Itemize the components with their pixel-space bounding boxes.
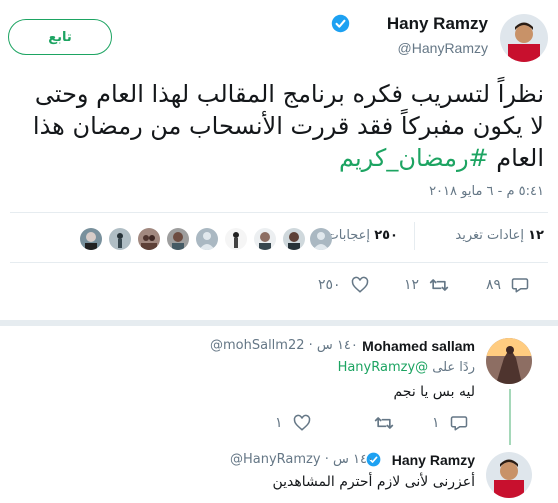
author-avatar[interactable] <box>500 14 548 62</box>
section-divider <box>0 320 558 326</box>
stats-separator <box>414 222 415 250</box>
hashtag-link[interactable]: #رمضان_كريم <box>339 144 489 172</box>
likes-stat[interactable]: ٢٥٠ إعجابات <box>327 228 399 243</box>
replying-to: ردًا على @HanyRamzy <box>338 360 475 375</box>
reply-author-name[interactable]: Mohamed sallam <box>362 338 475 354</box>
divider <box>10 212 548 213</box>
author-handle[interactable]: @HanyRamzy <box>398 40 488 56</box>
verified-badge-icon <box>331 14 350 33</box>
retweets-stat[interactable]: ١٢ إعادات تغريد <box>455 228 544 243</box>
reply-time[interactable]: ١٤٠ س <box>317 338 358 353</box>
retweet-icon <box>429 279 449 291</box>
retweets-stat-count: ١٢ <box>528 228 544 243</box>
reply-reply-count: ١ <box>432 415 440 431</box>
retweet-icon <box>374 417 394 429</box>
reply-text: أعزرنى لأنى لازم أحترم المشاهدين <box>272 474 475 490</box>
retweet-count: ١٢ <box>404 277 420 293</box>
tweet-timestamp[interactable]: ٥:٤١ م - ٦ مايو ٢٠١٨ <box>429 184 544 199</box>
like-button[interactable]: ٢٥٠ <box>318 276 369 294</box>
likes-stat-count: ٢٥٠ <box>374 228 398 243</box>
reply-meta: @HanyRamzy · ١٤٠ س <box>230 452 374 467</box>
liker-avatar[interactable] <box>167 228 189 250</box>
reply-author-handle[interactable]: @mohSallm22 <box>210 338 305 353</box>
liker-avatar[interactable] <box>225 228 247 250</box>
follow-button[interactable]: تابع <box>8 19 112 55</box>
reply-author-handle[interactable]: @HanyRamzy <box>230 452 321 467</box>
reply-count: ٨٩ <box>486 277 502 293</box>
like-count: ٢٥٠ <box>318 277 341 293</box>
retweets-stat-label: إعادات تغريد <box>455 228 524 243</box>
reply-avatar[interactable] <box>486 338 532 384</box>
reply-meta: @mohSallm22 · ١٤٠ س <box>210 338 358 353</box>
liker-avatar[interactable] <box>283 228 305 250</box>
divider <box>10 262 548 263</box>
replying-to-link[interactable]: @HanyRamzy <box>338 360 429 375</box>
retweet-button[interactable]: ١٢ <box>404 276 449 294</box>
author-name[interactable]: Hany Ramzy <box>387 14 488 34</box>
heart-icon <box>293 414 310 431</box>
tweet-text: نظراً لتسريب فكره برنامج المقالب لهذا ال… <box>24 78 544 174</box>
reply-retweet-button[interactable] <box>374 414 394 432</box>
liker-avatar[interactable] <box>196 228 218 250</box>
likes-stat-label: إعجابات <box>326 228 371 243</box>
liker-avatar[interactable] <box>109 228 131 250</box>
reply-like-count: ١ <box>275 415 283 431</box>
reply-button[interactable]: ٨٩ <box>486 276 529 294</box>
reply-icon <box>450 416 467 431</box>
reply-icon <box>511 278 529 293</box>
liker-avatar[interactable] <box>310 228 332 250</box>
reply-text: ليه بس يا نجم <box>393 384 475 400</box>
heart-icon <box>351 276 368 293</box>
reply-like-button[interactable]: ١ <box>275 414 311 432</box>
reply-reply-button[interactable]: ١ <box>432 414 468 432</box>
reply-avatar[interactable] <box>486 452 532 498</box>
reply-author-name[interactable]: Hany Ramzy <box>392 452 475 468</box>
liker-avatar[interactable] <box>80 228 102 250</box>
replying-to-label: ردًا على <box>432 360 475 375</box>
liker-avatar[interactable] <box>138 228 160 250</box>
liker-avatar[interactable] <box>254 228 276 250</box>
reply-time[interactable]: ١٤٠ س <box>333 452 374 467</box>
thread-connector <box>509 389 511 445</box>
